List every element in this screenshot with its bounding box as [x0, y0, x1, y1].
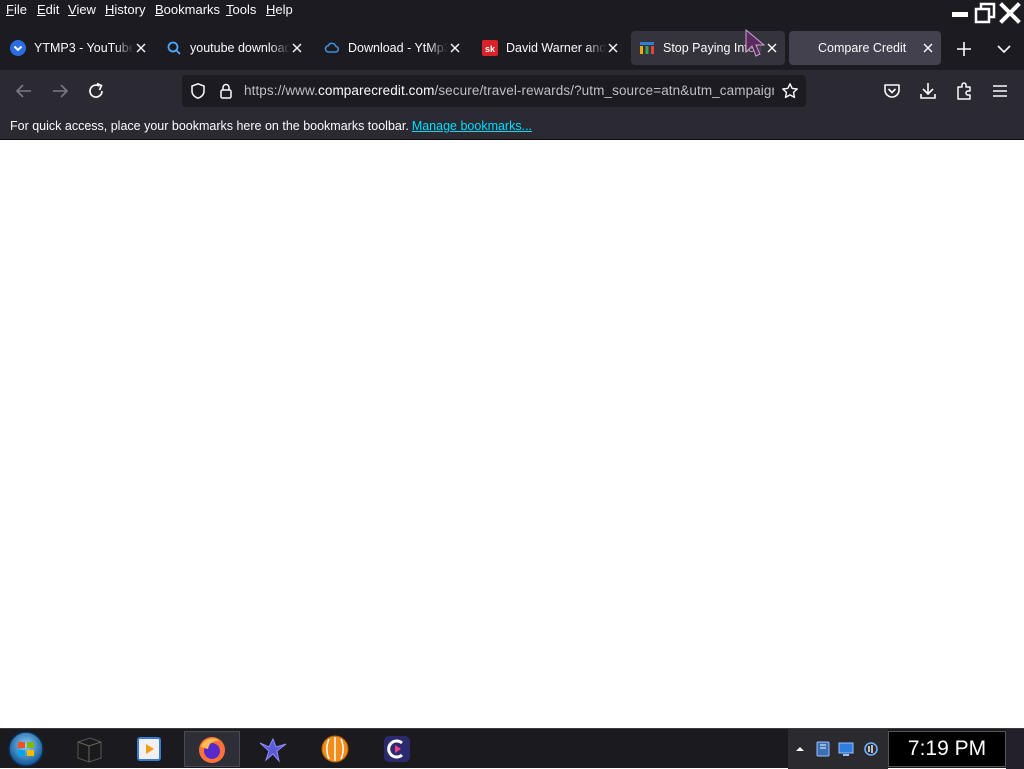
- taskbar-box-app[interactable]: [62, 731, 118, 767]
- tab-strip: YTMP3 - YouTube to MP3 youtube downloade…: [0, 28, 1024, 70]
- new-tab-icon[interactable]: [952, 37, 976, 61]
- network-monitor-icon[interactable]: [838, 741, 854, 757]
- back-arrow-icon[interactable]: [12, 79, 36, 103]
- vlc-like-icon: [321, 735, 349, 763]
- tab-title: Compare Credit: [818, 41, 907, 55]
- svg-text:sk: sk: [485, 44, 496, 54]
- bookmarks-empty-message: For quick access, place your bookmarks h…: [10, 119, 409, 133]
- mouse-cursor-icon: [745, 28, 766, 57]
- menu-edit[interactable]: Edit: [36, 3, 60, 17]
- system-tray: [788, 729, 888, 769]
- url-bar[interactable]: https://www.comparecredit.com/secure/tra…: [182, 75, 806, 107]
- forward-arrow-icon[interactable]: [48, 79, 72, 103]
- tracking-protection-shield-icon[interactable]: [189, 82, 207, 100]
- taskbar-clock[interactable]: 7:19 PM: [888, 731, 1006, 767]
- list-all-tabs-chevron-down-icon[interactable]: [992, 37, 1016, 61]
- start-orb-icon[interactable]: [6, 730, 46, 768]
- show-hidden-icons-arrow-icon[interactable]: [792, 741, 808, 757]
- show-desktop-button[interactable]: [1006, 729, 1024, 769]
- menu-history[interactable]: History: [104, 3, 146, 17]
- tab-close-icon[interactable]: [921, 41, 935, 55]
- menu-help[interactable]: Help: [265, 3, 294, 17]
- menu-bar: File Edit View History Bookmarks Tools H…: [0, 0, 1024, 28]
- menu-file[interactable]: File: [5, 3, 28, 17]
- menu-bookmarks[interactable]: Bookmarks: [154, 3, 221, 17]
- navigation-toolbar: https://www.comparecredit.com/secure/tra…: [0, 70, 1024, 112]
- tab-compare-credit[interactable]: Compare Credit: [789, 31, 941, 65]
- url-host: comparecredit.com: [317, 83, 435, 98]
- lock-icon[interactable]: [217, 82, 235, 100]
- tab-youtube-downloader[interactable]: youtube downloader: [158, 31, 310, 65]
- tab-download-ytmp3[interactable]: Download - YtMp3: [316, 31, 468, 65]
- bookmarks-toolbar: For quick access, place your bookmarks h…: [0, 112, 1024, 140]
- url-prefix: https://www.: [244, 83, 318, 98]
- tab-close-icon[interactable]: [290, 41, 304, 55]
- close-icon[interactable]: [999, 2, 1021, 24]
- bird-app-icon: [259, 737, 287, 763]
- media-player-icon: [137, 737, 161, 761]
- hamburger-menu-icon[interactable]: [988, 79, 1012, 103]
- cloud-icon: [324, 42, 340, 53]
- firefox-icon: [199, 737, 225, 763]
- tab-close-icon[interactable]: [448, 41, 462, 55]
- tab-title: David Warner and: [506, 41, 606, 55]
- menu-tools[interactable]: Tools: [225, 3, 257, 17]
- taskbar-media-player[interactable]: [122, 731, 178, 767]
- sk-favicon: sk: [482, 40, 498, 56]
- bar-chart-favicon: [640, 42, 654, 54]
- taskbar-c-app[interactable]: [370, 731, 426, 767]
- tab-ytmp3[interactable]: YTMP3 - YouTube to MP3: [2, 31, 154, 65]
- restore-icon[interactable]: [974, 2, 996, 24]
- tab-david-warner[interactable]: sk David Warner and: [474, 31, 626, 65]
- url-text[interactable]: https://www.comparecredit.com/secure/tra…: [244, 83, 774, 99]
- tray-app-icon[interactable]: [815, 741, 831, 757]
- ytmp3-favicon: [10, 40, 26, 56]
- menu-view[interactable]: View: [67, 3, 97, 17]
- bookmark-star-icon[interactable]: [781, 82, 799, 100]
- volume-icon[interactable]: [863, 741, 879, 757]
- pocket-icon[interactable]: [880, 79, 904, 103]
- taskbar-orange-app[interactable]: [308, 731, 364, 767]
- taskbar-bird-app[interactable]: [246, 731, 302, 767]
- tab-title: youtube downloader: [190, 41, 290, 55]
- box-app-icon: [77, 737, 102, 763]
- c-app-icon: [384, 736, 410, 762]
- downloads-icon[interactable]: [916, 79, 940, 103]
- tab-title: Download - YtMp3: [348, 41, 448, 55]
- tab-close-icon[interactable]: [606, 41, 620, 55]
- tab-close-icon[interactable]: [134, 41, 148, 55]
- taskbar: 7:19 PM: [0, 728, 1024, 769]
- reload-icon[interactable]: [84, 79, 108, 103]
- tab-title: YTMP3 - YouTube to MP3: [34, 41, 134, 55]
- extensions-puzzle-icon[interactable]: [952, 79, 976, 103]
- minimize-icon[interactable]: [949, 2, 971, 24]
- url-path: /secure/travel-rewards/?utm_source=atn&u…: [434, 83, 774, 98]
- page-content[interactable]: [0, 140, 1024, 728]
- search-icon: [167, 41, 181, 55]
- taskbar-firefox[interactable]: [184, 731, 240, 767]
- manage-bookmarks-link[interactable]: Manage bookmarks...: [412, 119, 532, 133]
